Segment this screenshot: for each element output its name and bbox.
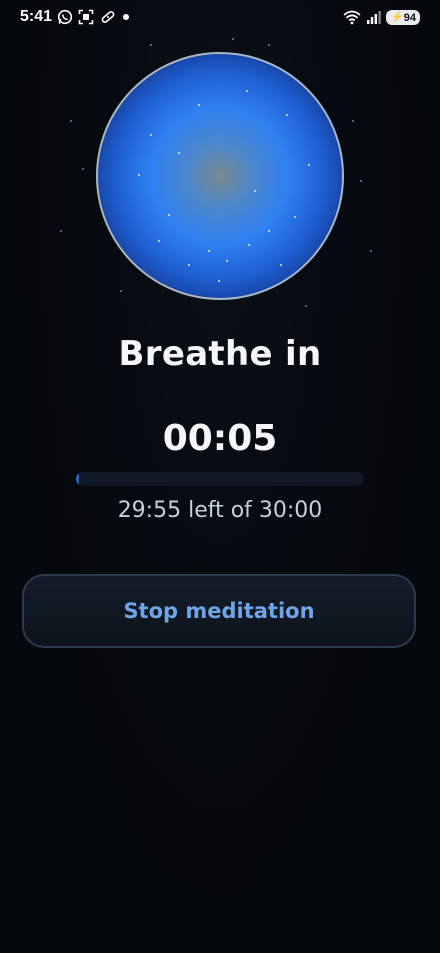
- orb-star: [248, 244, 250, 246]
- orb-circle: [96, 52, 344, 300]
- star: [70, 120, 72, 122]
- battery-level: 94: [403, 11, 416, 24]
- stop-meditation-label: Stop meditation: [123, 599, 315, 623]
- bandage-icon: [100, 9, 116, 25]
- wifi-icon: [342, 9, 362, 25]
- whatsapp-icon: [57, 9, 73, 25]
- star: [60, 230, 62, 232]
- orb-star: [178, 152, 180, 154]
- star: [268, 44, 270, 46]
- orb-star: [286, 114, 288, 116]
- orb-star: [208, 250, 210, 252]
- star: [360, 180, 362, 182]
- notification-dot: [123, 14, 129, 20]
- orb-star: [188, 264, 190, 266]
- orb-star: [158, 240, 160, 242]
- star: [232, 38, 234, 40]
- screenshot-icon: [78, 9, 94, 25]
- stop-meditation-button[interactable]: Stop meditation: [22, 574, 416, 648]
- star: [352, 120, 354, 122]
- orb-star: [254, 190, 256, 192]
- orb-star: [294, 216, 296, 218]
- star: [150, 44, 152, 46]
- orb-star: [198, 104, 200, 106]
- status-bar: 5:41 ⚡ 94: [0, 0, 440, 36]
- orb-star: [280, 264, 282, 266]
- orb-star: [218, 280, 220, 282]
- orb-star: [226, 260, 228, 262]
- breath-phase-label: Breathe in: [118, 334, 322, 374]
- signal-icon: [366, 9, 382, 25]
- star: [370, 250, 372, 252]
- orb-star: [308, 164, 310, 166]
- session-progress-fill: [76, 472, 79, 486]
- battery-icon: ⚡ 94: [386, 10, 420, 25]
- star: [82, 168, 84, 170]
- time-remaining-label: 29:55 left of 30:00: [117, 498, 323, 523]
- breathing-orb: [96, 52, 344, 300]
- charging-bolt-icon: ⚡: [391, 12, 404, 23]
- orb-star: [138, 174, 140, 176]
- elapsed-timer: 00:05: [162, 418, 278, 459]
- orb-star: [246, 90, 248, 92]
- session-progress-bar: [76, 472, 364, 486]
- star: [305, 305, 307, 307]
- orb-star: [268, 230, 270, 232]
- status-time: 5:41: [20, 8, 53, 25]
- orb-star: [168, 214, 170, 216]
- orb-star: [150, 134, 152, 136]
